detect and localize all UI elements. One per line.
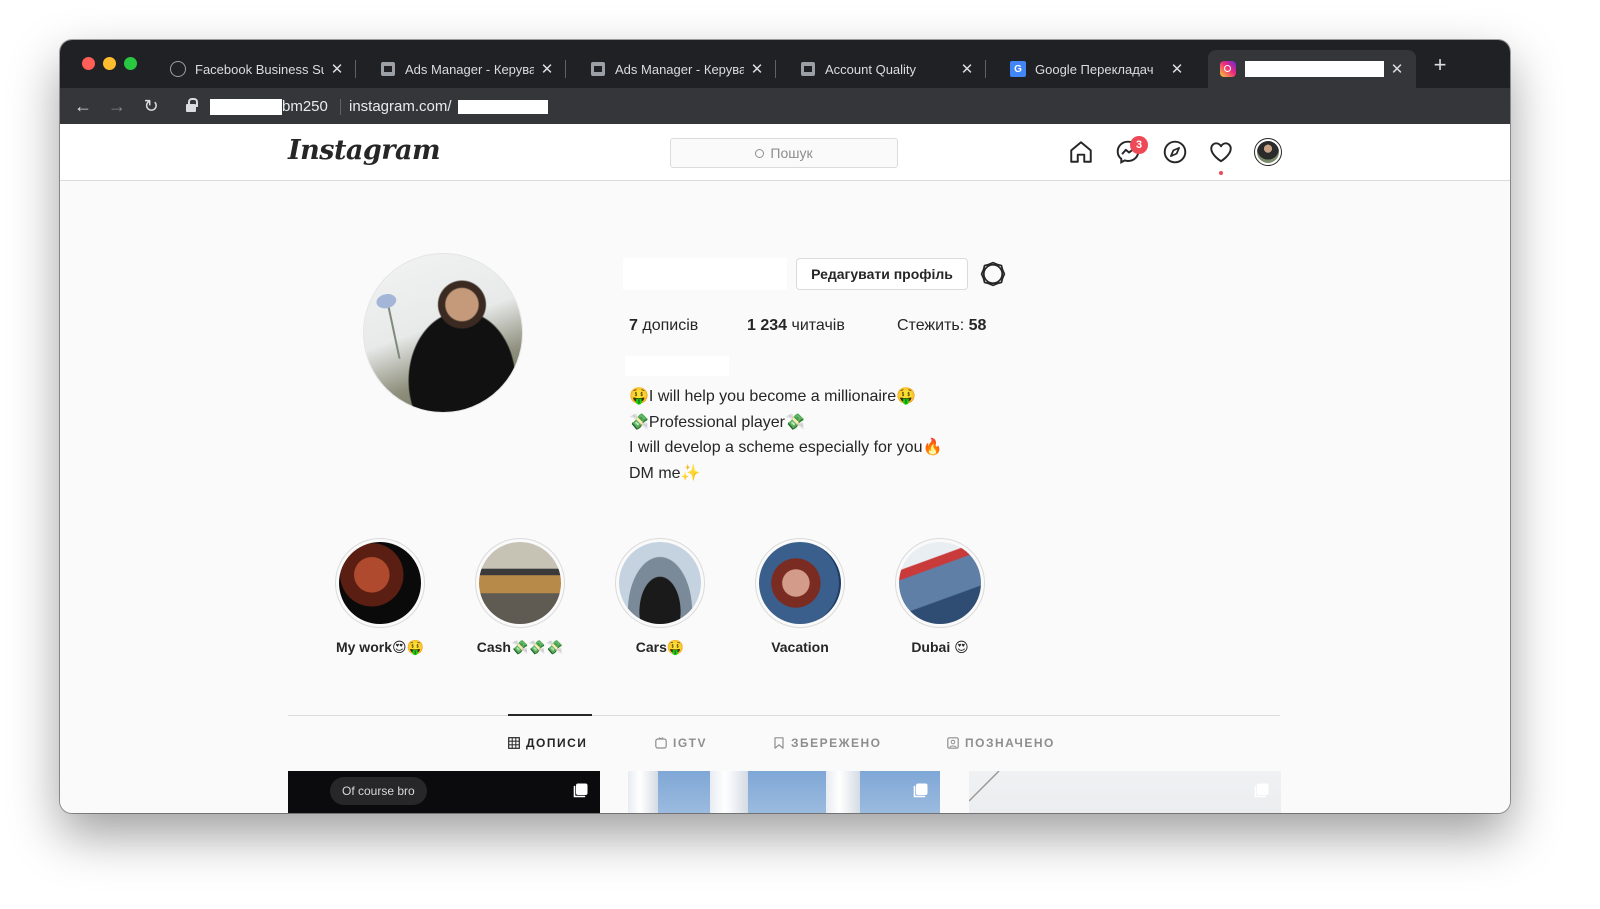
story-highlight[interactable]: Cash💸💸💸 — [450, 538, 590, 656]
search-placeholder: Пошук — [770, 145, 813, 161]
highlight-cover — [339, 542, 421, 624]
tab-title: Facebook Business Sui — [195, 61, 324, 77]
instagram-page: Instagram Пошук 3 Редагувати профіль 7 д… — [60, 124, 1510, 813]
highlight-cover — [899, 542, 981, 624]
nav-profile-avatar[interactable] — [1254, 138, 1282, 166]
facebook-business-icon — [170, 61, 186, 77]
tab-label: ДОПИСИ — [526, 736, 588, 750]
search-icon — [755, 149, 765, 158]
highlight-cover — [479, 542, 561, 624]
highlight-label: My work😍🤑 — [335, 639, 425, 655]
tagged-icon — [947, 737, 959, 749]
story-highlight[interactable]: My work😍🤑 — [310, 538, 450, 656]
close-window-button[interactable] — [82, 57, 95, 70]
close-tab-icon[interactable]: ✕ — [1390, 60, 1404, 78]
highlight-label: Cash💸💸💸 — [476, 639, 564, 655]
tab-posts[interactable]: ДОПИСИ — [508, 736, 587, 750]
google-translate-icon: G — [1010, 61, 1026, 77]
home-icon[interactable] — [1068, 139, 1094, 165]
close-tab-icon[interactable]: ✕ — [1170, 60, 1184, 78]
highlight-cover — [759, 542, 841, 624]
bookmark-icon — [774, 737, 784, 749]
browser-window: Facebook Business Sui ✕ Ads Manager - Ке… — [60, 40, 1510, 813]
instagram-logo[interactable]: Instagram — [288, 135, 441, 166]
browser-tab[interactable]: Ads Manager - Керуван ✕ — [368, 50, 566, 88]
story-highlight[interactable]: Cars🤑 — [590, 538, 730, 656]
active-tab-indicator — [508, 714, 592, 716]
browser-toolbar: ← → ↻ bm250 instagram.com/ ☆ ⋮ — [60, 88, 1510, 124]
ig-header: Instagram Пошук 3 — [60, 124, 1510, 181]
profile-bio: 🤑I will help you become a millionaire🤑 💸… — [629, 384, 1049, 486]
post-thumbnail[interactable] — [969, 771, 1281, 813]
address-bar[interactable]: bm250 instagram.com/ ☆ ⋮ — [176, 91, 1446, 121]
profile-avatar[interactable] — [363, 253, 523, 413]
close-tab-icon[interactable]: ✕ — [540, 60, 554, 78]
tab-title: Ads Manager - Керуван — [615, 61, 744, 77]
minimize-window-button[interactable] — [103, 57, 116, 70]
close-tab-icon[interactable]: ✕ — [330, 60, 344, 78]
bio-line: 💸Professional player💸 — [629, 413, 805, 431]
tab-title: Google Перекладач — [1035, 61, 1154, 77]
following-count[interactable]: Стежить: 58 — [897, 317, 986, 335]
instagram-icon — [1220, 61, 1236, 77]
tab-title: Account Quality — [825, 61, 917, 77]
url-text: instagram.com/ — [349, 98, 452, 115]
activity-dot — [1219, 171, 1223, 175]
post-thumbnail[interactable] — [628, 771, 940, 813]
heart-icon[interactable] — [1208, 139, 1234, 165]
followers-count[interactable]: 1 234 читачів — [747, 317, 845, 335]
reload-icon[interactable]: ↻ — [139, 94, 163, 118]
tab-title — [1245, 61, 1384, 78]
browser-tab[interactable]: Ads Manager - Керуван ✕ — [578, 50, 776, 88]
browser-tab[interactable]: Account Quality ✕ — [788, 50, 986, 88]
url-subdomain-text: bm250 — [282, 98, 328, 115]
tab-igtv[interactable]: IGTV — [655, 736, 707, 750]
new-tab-button[interactable]: + — [1430, 54, 1450, 76]
tab-saved[interactable]: ЗБЕРЕЖЕНО — [773, 736, 882, 750]
back-arrow-icon[interactable]: ← — [71, 94, 95, 118]
bio-line: DM me✨ — [629, 464, 701, 482]
posts-count[interactable]: 7 дописів — [629, 317, 698, 335]
browser-tab[interactable]: Facebook Business Sui ✕ — [158, 50, 356, 88]
tab-label: ПОЗНАЧЕНО — [965, 736, 1055, 750]
post-caption-chip: Of course bro — [330, 777, 427, 805]
maximize-window-button[interactable] — [124, 57, 137, 70]
story-highlight[interactable]: Vacation — [730, 538, 870, 655]
username — [623, 258, 787, 290]
ads-manager-icon — [800, 61, 816, 77]
forward-arrow-icon[interactable]: → — [105, 94, 129, 118]
ads-manager-icon — [590, 61, 606, 77]
grid-icon — [508, 737, 520, 749]
tab-title: Ads Manager - Керуван — [405, 61, 534, 77]
highlight-label: Vacation — [771, 639, 829, 655]
highlight-label: Dubai 😍 — [911, 639, 969, 655]
settings-gear-icon[interactable] — [980, 261, 1006, 287]
bio-line: I will develop a scheme especially for y… — [629, 439, 943, 456]
tab-label: IGTV — [673, 736, 708, 750]
tab-tagged[interactable]: ПОЗНАЧЕНО — [947, 736, 1055, 750]
full-name — [625, 356, 729, 376]
carousel-icon — [573, 783, 588, 798]
tab-label: ЗБЕРЕЖЕНО — [791, 736, 882, 750]
post-thumbnail[interactable]: Of course bro — [288, 771, 600, 813]
story-highlight[interactable]: Dubai 😍 — [870, 538, 1010, 656]
profile-tabs-divider — [288, 715, 1280, 716]
explore-icon[interactable] — [1162, 139, 1188, 165]
close-tab-icon[interactable]: ✕ — [960, 60, 974, 78]
ads-manager-icon — [380, 61, 396, 77]
close-tab-icon[interactable]: ✕ — [750, 60, 764, 78]
carousel-icon — [1254, 783, 1269, 798]
carousel-icon — [913, 783, 928, 798]
edit-profile-button[interactable]: Редагувати профіль — [796, 258, 968, 290]
browser-tab-active[interactable]: ✕ — [1208, 50, 1416, 88]
browser-tab[interactable]: G Google Перекладач ✕ — [998, 50, 1196, 88]
messenger-badge: 3 — [1130, 136, 1148, 154]
highlight-cover — [619, 542, 701, 624]
bio-line: 🤑I will help you become a millionaire🤑 — [629, 388, 917, 405]
igtv-icon — [655, 737, 667, 749]
tab-strip: Facebook Business Sui ✕ Ads Manager - Ке… — [60, 40, 1510, 88]
search-input[interactable]: Пошук — [670, 138, 898, 168]
lock-icon — [186, 98, 198, 112]
highlight-label: Cars🤑 — [635, 639, 685, 655]
